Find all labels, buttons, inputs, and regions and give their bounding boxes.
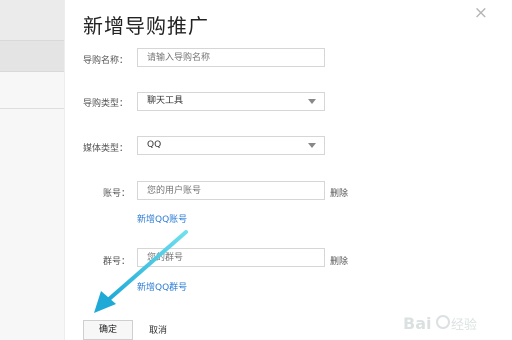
dialog-title: 新增导购推广 [83, 14, 209, 38]
baidu-watermark-logo: Bai 经验 [403, 314, 477, 333]
media-type-label: 媒体类型： [83, 144, 129, 154]
svg-text:经验: 经验 [451, 317, 477, 333]
guide-type-value: 聊天工具 [147, 96, 184, 106]
guide-type-select[interactable]: 聊天工具 [137, 92, 325, 111]
cancel-button[interactable]: 取消 [149, 323, 167, 336]
media-type-value: QQ [147, 140, 162, 150]
account-label: 账号： [103, 189, 131, 199]
group-delete-link[interactable]: 删除 [330, 254, 348, 267]
guide-type-label: 导购类型： [83, 99, 129, 109]
group-label: 群号： [103, 257, 131, 267]
background-overlay [0, 0, 64, 340]
guide-name-label: 导购名称： [83, 56, 129, 66]
guide-name-input[interactable] [137, 48, 325, 67]
account-input[interactable] [137, 181, 325, 200]
svg-text:Bai: Bai [403, 314, 431, 333]
close-icon[interactable]: × [474, 4, 488, 22]
chevron-down-icon [308, 99, 316, 104]
add-qq-group-link[interactable]: 新增QQ群号 [137, 280, 187, 293]
add-guide-promotion-dialog: 新增导购推广 × 导购名称： 导购类型： 聊天工具 媒体类型： QQ 账号： 删… [64, 0, 512, 340]
account-delete-link[interactable]: 删除 [330, 186, 348, 199]
add-qq-account-link[interactable]: 新增QQ账号 [137, 212, 187, 225]
chevron-down-icon [308, 143, 316, 148]
group-number-input[interactable] [137, 248, 325, 267]
media-type-select[interactable]: QQ [137, 136, 325, 155]
confirm-button[interactable]: 确定 [83, 320, 133, 340]
